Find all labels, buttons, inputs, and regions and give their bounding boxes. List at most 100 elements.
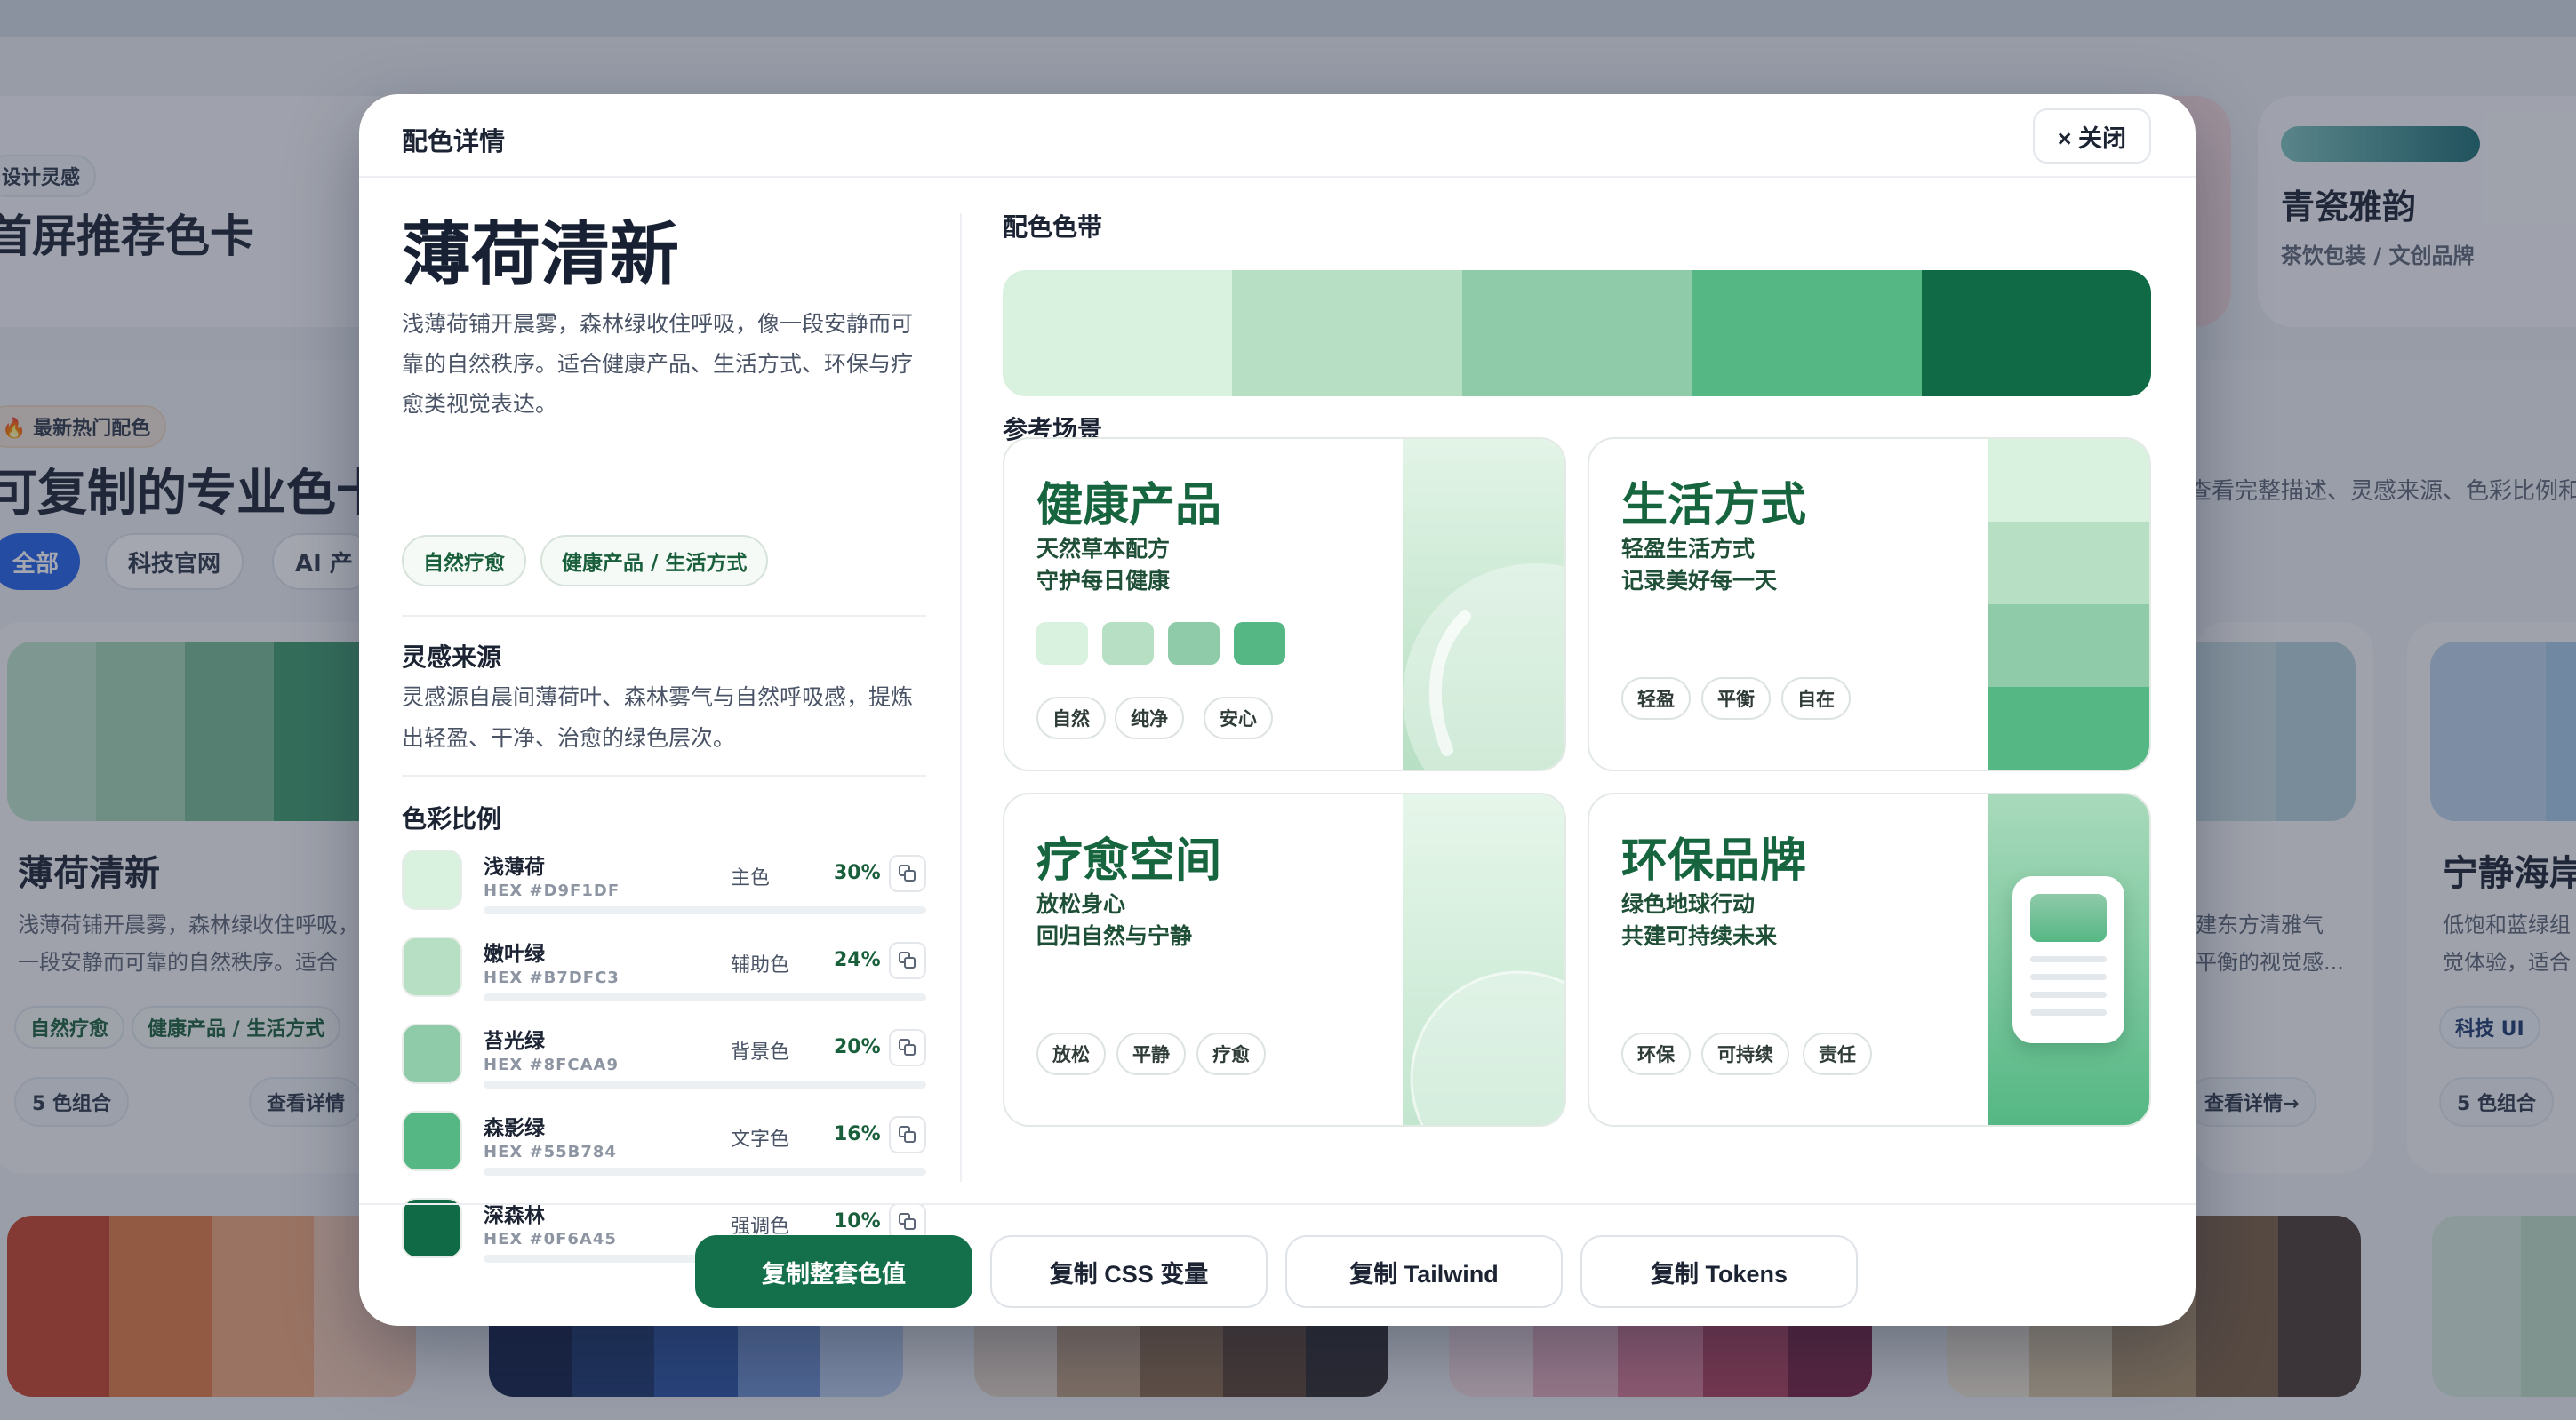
band-segment [1232, 270, 1462, 396]
color-ratio-row: 嫩叶绿 HEX #B7DFC3 辅助色 24% [402, 937, 928, 1006]
scene-pill: 平衡 [1701, 677, 1771, 720]
color-swatch [402, 850, 462, 910]
copy-css-button[interactable]: 复制 CSS 变量 [990, 1235, 1268, 1308]
scene-line-2: 回归自然与宁静 [1036, 923, 1193, 949]
scene-line-2: 守护每日健康 [1036, 568, 1171, 594]
color-swatch [402, 937, 462, 997]
scene-title: 环保品牌 [1621, 834, 1807, 888]
swatch [1102, 622, 1154, 665]
copy-tailwind-button[interactable]: 复制 Tailwind [1285, 1235, 1563, 1308]
scene-line-1: 绿色地球行动 [1621, 891, 1756, 917]
scene-pill: 可持续 [1701, 1033, 1789, 1075]
copy-color-button[interactable] [889, 1029, 926, 1066]
modal-header: 配色详情 × 关闭 [359, 94, 2196, 178]
scene-card-health: 健康产品 天然草本配方 守护每日健康 自然 纯净 安心 [1003, 437, 1566, 771]
copy-icon [899, 952, 916, 969]
color-hex: HEX #D9F1DF [484, 882, 620, 900]
copy-icon [899, 1126, 916, 1143]
color-ratio-row: 浅薄荷 HEX #D9F1DF 主色 30% [402, 850, 928, 919]
copy-icon [899, 865, 916, 882]
divider [402, 615, 926, 617]
band-segment [1692, 270, 1922, 396]
color-name: 浅薄荷 [484, 856, 545, 879]
source-heading: 灵感来源 [402, 642, 502, 672]
palette-tag: 健康产品 / 生活方式 [540, 535, 769, 586]
scene-pill: 自然 [1036, 697, 1106, 739]
scene-line-1: 轻盈生活方式 [1621, 536, 1756, 562]
source-text: 灵感源自晨间薄荷叶、森林雾气与自然呼吸感，提炼出轻盈、干净、治愈的绿色层次。 [402, 684, 914, 751]
scene-title: 生活方式 [1621, 479, 1807, 532]
swatch [1036, 622, 1088, 665]
scene-pill: 轻盈 [1621, 677, 1691, 720]
color-hex: HEX #55B784 [484, 1143, 617, 1161]
arc-graphic [1410, 970, 1564, 1125]
scene-swatches [1036, 622, 1285, 665]
color-swatch [402, 1111, 462, 1171]
scene-line-2: 共建可持续未来 [1621, 923, 1778, 949]
scene-pill: 放松 [1036, 1033, 1106, 1075]
scene-line-2: 记录美好每一天 [1621, 568, 1778, 594]
scene-pill: 疗愈 [1196, 1033, 1266, 1075]
ratio-bar [484, 906, 926, 914]
copy-color-button[interactable] [889, 855, 926, 892]
scene-title: 疗愈空间 [1036, 834, 1222, 888]
ratio-heading: 色彩比例 [402, 804, 502, 834]
phone-mockup-icon [2012, 876, 2124, 1043]
color-percent: 16% [834, 1123, 881, 1145]
scene-card-eco: 环保品牌 绿色地球行动 共建可持续未来 环保 可持续 责任 [1588, 793, 2151, 1127]
scene-card-healing: 疗愈空间 放松身心 回归自然与宁静 放松 平静 疗愈 [1003, 793, 1566, 1127]
scene-pill: 平静 [1116, 1033, 1186, 1075]
scene-color-stack [1988, 439, 2149, 770]
leaf-circle-graphic [1403, 563, 1564, 770]
color-percent: 30% [834, 862, 881, 884]
swatch [1234, 622, 1285, 665]
ratio-bar [484, 1081, 926, 1089]
close-button[interactable]: × 关闭 [2032, 108, 2151, 164]
color-name: 苔光绿 [484, 1030, 545, 1053]
color-swatch [402, 1024, 462, 1084]
modal-footer: 复制整套色值 复制 CSS 变量 复制 Tailwind 复制 Tokens [359, 1203, 2196, 1326]
ratio-bar [484, 1168, 926, 1176]
scene-line-1: 放松身心 [1036, 891, 1126, 917]
palette-tag: 自然疗愈 [402, 535, 526, 586]
divider [402, 775, 926, 777]
swatch [1168, 622, 1220, 665]
color-role: 文字色 [731, 1129, 790, 1151]
scene-title: 健康产品 [1036, 479, 1222, 532]
scene-pill: 环保 [1621, 1033, 1691, 1075]
color-role: 辅助色 [731, 954, 790, 977]
palette-name: 薄荷清新 [402, 215, 680, 295]
scene-card-lifestyle: 生活方式 轻盈生活方式 记录美好每一天 轻盈 平衡 自在 [1588, 437, 2151, 771]
color-role: 背景色 [731, 1041, 790, 1064]
scene-pill: 安心 [1204, 697, 1273, 739]
copy-color-button[interactable] [889, 1116, 926, 1153]
scene-pill: 纯净 [1115, 697, 1184, 739]
palette-info-column: 薄荷清新 浅薄荷铺开晨雾，森林绿收住呼吸，像一段安静而可靠的自然秩序。适合健康产… [402, 178, 964, 1297]
color-band [1003, 270, 2151, 396]
color-percent: 20% [834, 1036, 881, 1058]
band-segment [1921, 270, 2151, 396]
color-name: 嫩叶绿 [484, 943, 545, 966]
copy-tokens-button[interactable]: 复制 Tokens [1580, 1235, 1858, 1308]
band-segment [1461, 270, 1692, 396]
modal-title: 配色详情 [402, 126, 506, 156]
copy-icon [899, 1039, 916, 1056]
ratio-bar [484, 993, 926, 1001]
scene-line-1: 天然草本配方 [1036, 536, 1171, 562]
scene-illustration [1403, 439, 1564, 770]
color-hex: HEX #B7DFC3 [484, 969, 620, 987]
color-ratio-row: 苔光绿 HEX #8FCAA9 背景色 20% [402, 1024, 928, 1093]
color-ratio-row: 森影绿 HEX #55B784 文字色 16% [402, 1111, 928, 1180]
color-name: 森影绿 [484, 1117, 545, 1140]
scene-illustration [1403, 794, 1564, 1125]
scene-pill: 自在 [1781, 677, 1851, 720]
scene-pill: 责任 [1803, 1033, 1872, 1075]
copy-color-button[interactable] [889, 942, 926, 979]
palette-description: 浅薄荷铺开晨雾，森林绿收住呼吸，像一段安静而可靠的自然秩序。适合健康产品、生活方… [402, 311, 914, 417]
band-heading: 配色色带 [1003, 212, 1103, 242]
color-hex: HEX #8FCAA9 [484, 1056, 620, 1074]
palette-detail-modal: 配色详情 × 关闭 薄荷清新 浅薄荷铺开晨雾，森林绿收住呼吸，像一段安静而可靠的… [359, 94, 2196, 1326]
copy-all-button[interactable]: 复制整套色值 [695, 1235, 972, 1308]
preview-column: 配色色带 参考场景 健康产品 天然草本配方 守护每日健康 自然 纯净 安心 生活… [1003, 178, 2151, 1297]
band-segment [1003, 270, 1233, 396]
